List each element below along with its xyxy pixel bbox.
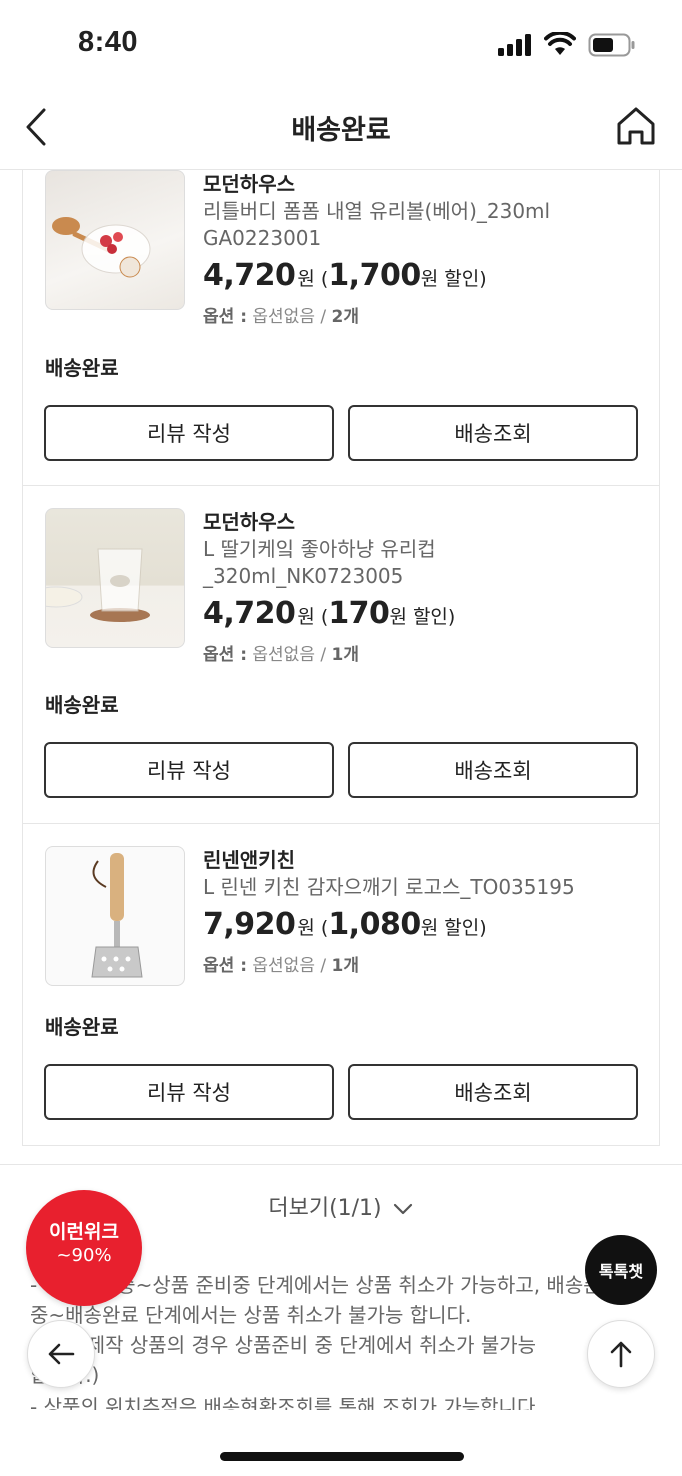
header: 배송완료 bbox=[0, 90, 682, 170]
product-image[interactable] bbox=[45, 846, 185, 986]
brand-name: 모던하우스 bbox=[203, 510, 295, 534]
discount-amount: 170 bbox=[328, 596, 390, 631]
product-code: GA0223001 bbox=[203, 226, 322, 250]
arrow-up-icon bbox=[610, 1341, 632, 1368]
promo-badge[interactable]: 이런위크 ~90% bbox=[26, 1190, 142, 1306]
floating-back-button[interactable] bbox=[27, 1320, 95, 1388]
discount: (1,080원 할인) bbox=[320, 907, 487, 942]
potato-masher-product-photo bbox=[91, 853, 143, 978]
option-info: 옵션 : 옵션없음 / 1개 bbox=[203, 956, 359, 976]
write-review-button[interactable]: 리뷰 작성 bbox=[44, 405, 334, 461]
product-image[interactable] bbox=[45, 170, 185, 310]
product-name[interactable]: 리틀버디 폼폼 내열 유리볼(베어)_230ml bbox=[203, 198, 639, 225]
delivery-status: 배송완료 bbox=[45, 1015, 119, 1039]
glass-bowl-product-photo bbox=[52, 217, 151, 278]
home-indicator bbox=[220, 1452, 464, 1461]
chat-button[interactable]: 톡톡챗 bbox=[585, 1235, 657, 1305]
discount-amount: 1,080 bbox=[328, 907, 421, 942]
notice-text: - 주문접수중~상품 준비중 단계에서는 상품 취소가 가능하고, 배송준비 중… bbox=[30, 1270, 670, 1410]
product-name[interactable]: L 딸기케잌 좋아하냥 유리컵 bbox=[203, 536, 639, 563]
status-bar: 8:40 bbox=[0, 0, 682, 90]
delivery-status: 배송완료 bbox=[45, 356, 119, 380]
section-divider bbox=[0, 1164, 682, 1165]
track-delivery-button[interactable]: 배송조회 bbox=[348, 1064, 638, 1120]
track-delivery-button[interactable]: 배송조회 bbox=[348, 405, 638, 461]
quantity: 2개 bbox=[331, 307, 359, 327]
cellular-signal-icon bbox=[498, 34, 531, 56]
wifi-icon bbox=[544, 32, 576, 55]
quantity: 1개 bbox=[331, 645, 359, 665]
load-more-label: 더보기(1/1) bbox=[268, 1196, 382, 1221]
option-info: 옵션 : 옵션없음 / 1개 bbox=[203, 645, 359, 665]
chevron-down-icon bbox=[393, 1203, 412, 1215]
order-item-list: 모던하우스 리틀버디 폼폼 내열 유리볼(베어)_230ml GA0223001… bbox=[22, 170, 660, 1146]
notice-line: - 주문 제작 상품의 경우 상품준비 중 단계에서 취소가 불가능 bbox=[30, 1333, 537, 1357]
brand-name: 모던하우스 bbox=[203, 172, 295, 196]
product-code: _320ml_NK0723005 bbox=[203, 564, 404, 588]
write-review-button[interactable]: 리뷰 작성 bbox=[44, 1064, 334, 1120]
notice-line: 중~배송완료 단계에서는 상품 취소가 불가능 합니다. bbox=[30, 1303, 472, 1327]
brand-name: 린넨앤키친 bbox=[203, 848, 295, 872]
page-title: 배송완료 bbox=[291, 115, 391, 146]
promo-title: 이런위크 bbox=[49, 1221, 119, 1243]
price-row: 7,920 원 (1,080원 할인) bbox=[203, 907, 639, 949]
quantity: 1개 bbox=[331, 956, 359, 976]
discount-amount: 1,700 bbox=[328, 258, 421, 293]
promo-discount: ~90% bbox=[56, 1245, 112, 1266]
sale-price: 7,920 bbox=[203, 907, 296, 942]
discount: (170원 할인) bbox=[320, 596, 456, 631]
battery-icon bbox=[588, 33, 635, 57]
track-delivery-button[interactable]: 배송조회 bbox=[348, 742, 638, 798]
sale-price: 4,720 bbox=[203, 258, 296, 293]
status-time: 8:40 bbox=[78, 26, 139, 58]
discount: (1,700원 할인) bbox=[320, 258, 487, 293]
order-item: 린넨앤키친 L 린넨 키친 감자으깨기 로고스_TO035195 7,920 원… bbox=[23, 824, 659, 1146]
price-row: 4,720 원 (1,700원 할인) bbox=[203, 258, 639, 300]
order-item: 모던하우스 리틀버디 폼폼 내열 유리볼(베어)_230ml GA0223001… bbox=[23, 170, 659, 486]
notice-line: 합니다.) bbox=[30, 1360, 670, 1390]
product-name[interactable]: L 린넨 키친 감자으깨기 로고스_TO035195 bbox=[203, 874, 639, 901]
currency: 원 bbox=[297, 268, 315, 290]
order-item: 모던하우스 L 딸기케잌 좋아하냥 유리컵 _320ml_NK0723005 4… bbox=[23, 486, 659, 824]
scroll-top-button[interactable] bbox=[587, 1320, 655, 1388]
currency: 원 bbox=[297, 917, 315, 939]
glass-cup-product-photo bbox=[46, 548, 150, 622]
write-review-button[interactable]: 리뷰 작성 bbox=[44, 742, 334, 798]
price-row: 4,720 원 (170원 할인) bbox=[203, 596, 639, 638]
delivery-status: 배송완료 bbox=[45, 693, 119, 717]
notice-line: - 상품의 위치추적은 배송현황조회를 통해 조회가 가능합니다 bbox=[30, 1395, 536, 1410]
sale-price: 4,720 bbox=[203, 596, 296, 631]
product-image[interactable] bbox=[45, 508, 185, 648]
arrow-left-icon bbox=[48, 1343, 75, 1365]
option-info: 옵션 : 옵션없음 / 2개 bbox=[203, 307, 359, 327]
chat-label: 톡톡챗 bbox=[598, 1262, 644, 1281]
home-button[interactable] bbox=[614, 104, 658, 148]
currency: 원 bbox=[297, 606, 315, 628]
